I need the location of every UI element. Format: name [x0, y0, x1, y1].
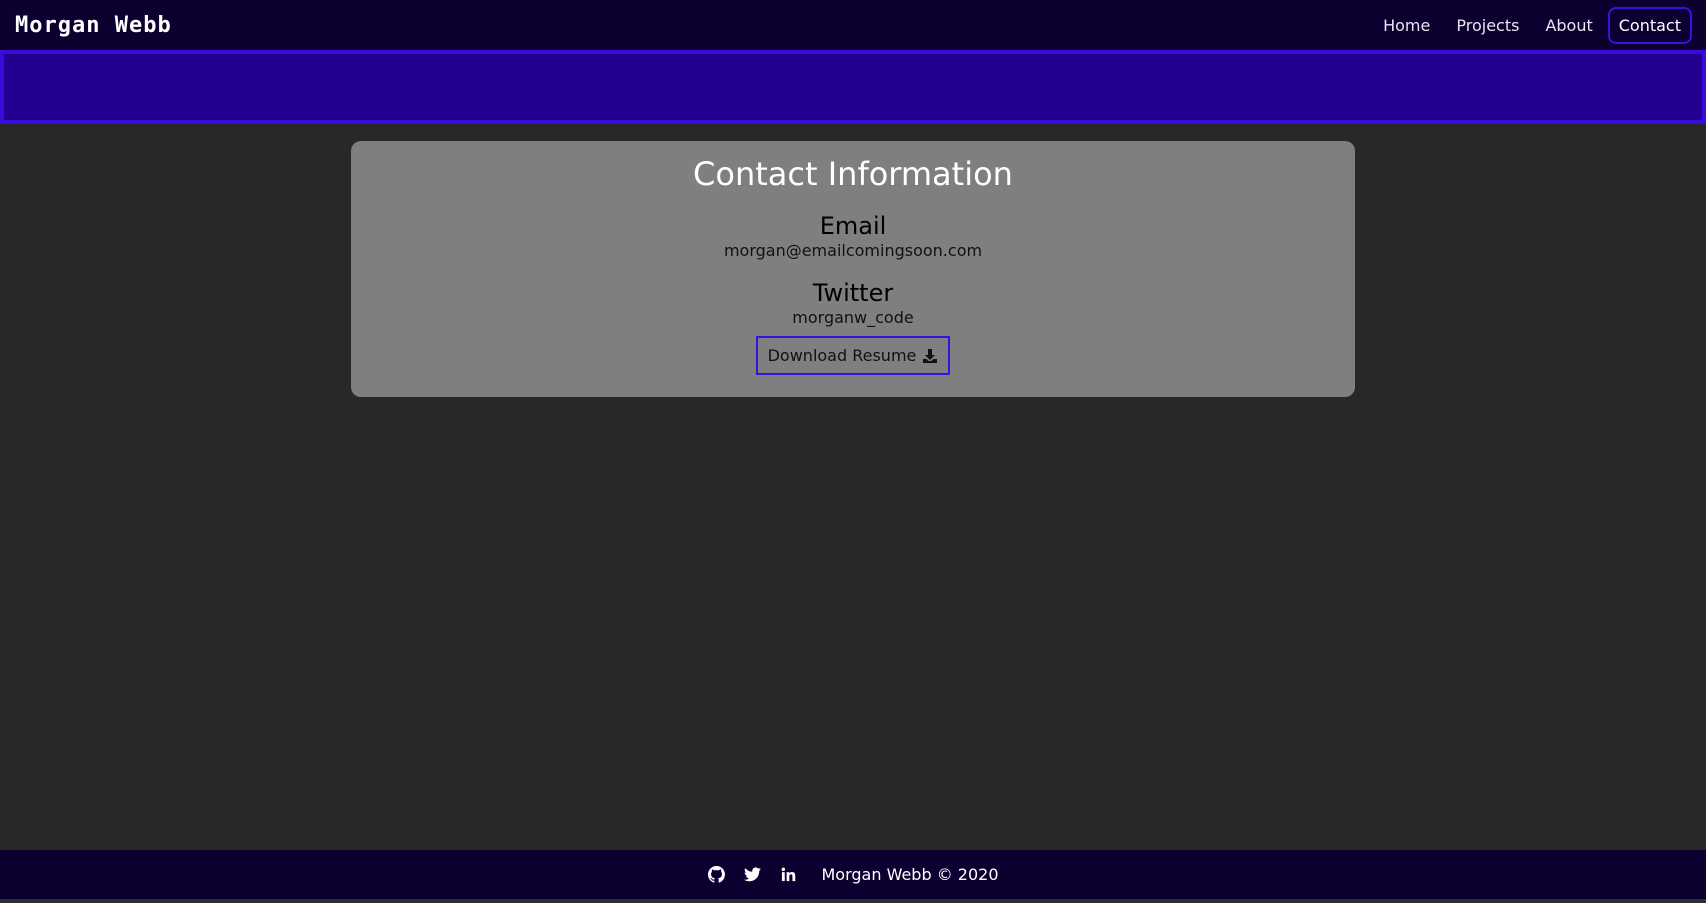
download-icon [922, 348, 938, 364]
navbar: Morgan Webb Home Projects About Contact [0, 0, 1706, 50]
email-value: morgan@emailcomingsoon.com [723, 241, 983, 260]
footer-copyright: Morgan Webb © 2020 [821, 865, 999, 884]
nav-link-home[interactable]: Home [1372, 7, 1441, 44]
footer: Morgan Webb © 2020 [0, 850, 1706, 899]
nav-link-projects[interactable]: Projects [1445, 7, 1530, 44]
social-links [707, 866, 797, 884]
download-resume-label: Download Resume [767, 346, 917, 365]
header-banner [0, 50, 1706, 124]
linkedin-icon[interactable] [779, 866, 797, 884]
github-icon[interactable] [707, 866, 725, 884]
brand-logo[interactable]: Morgan Webb [15, 13, 172, 38]
nav-link-about[interactable]: About [1534, 7, 1603, 44]
email-heading: Email [819, 212, 887, 240]
page-title: Contact Information [693, 155, 1013, 193]
contact-card: Contact Information Email morgan@emailco… [351, 141, 1355, 397]
nav-link-contact[interactable]: Contact [1607, 6, 1692, 44]
twitter-icon[interactable] [743, 866, 761, 884]
twitter-heading: Twitter [812, 279, 894, 307]
twitter-value: morganw_code [792, 308, 914, 327]
page-bottom-edge [0, 899, 1706, 903]
nav-links: Home Projects About Contact [1372, 6, 1692, 44]
download-resume-button[interactable]: Download Resume [756, 336, 950, 375]
